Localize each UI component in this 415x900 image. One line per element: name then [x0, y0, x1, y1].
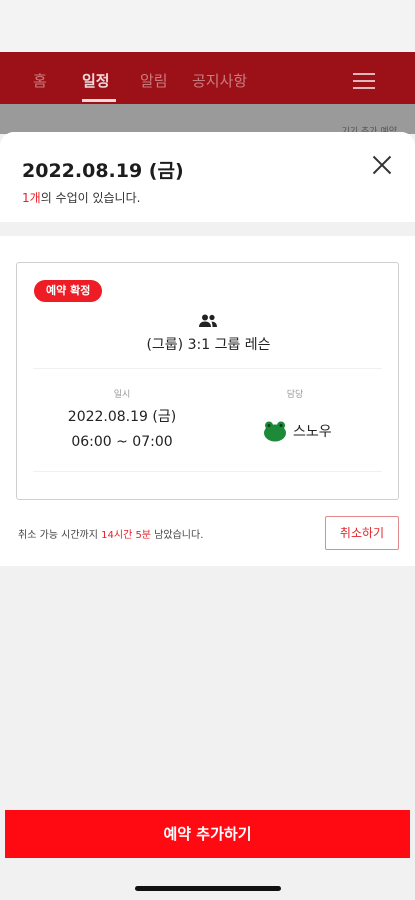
nav-item-alerts[interactable]: 알림	[140, 70, 168, 91]
sheet-header: 2022.08.19 (금) 1개의 수업이 있습니다.	[0, 132, 415, 222]
home-indicator	[135, 886, 281, 891]
cancel-note-prefix: 취소 가능 시간까지	[18, 530, 102, 541]
hamburger-menu-icon[interactable]	[353, 73, 375, 89]
cancel-note-suffix: 남았습니다.	[151, 530, 204, 541]
nav-item-notices[interactable]: 공지사항	[192, 70, 247, 91]
nav-item-schedule[interactable]: 일정	[82, 70, 110, 91]
card-divider-bottom	[33, 471, 382, 472]
class-time: 06:00 ~ 07:00	[71, 434, 173, 450]
cancel-deadline-note: 취소 가능 시간까지 14시간 5분 남았습니다.	[18, 526, 203, 541]
cancel-reservation-button[interactable]: 취소하기	[325, 516, 399, 550]
class-count-text: 1개의 수업이 있습니다.	[22, 189, 140, 206]
class-count-highlight: 1개	[22, 191, 41, 205]
cancel-remaining-time: 14시간 5분	[101, 530, 152, 541]
active-tab-underline	[82, 99, 116, 102]
card-divider	[33, 368, 382, 369]
instructor-name: 스노우	[293, 424, 332, 440]
status-bar-area	[0, 0, 415, 52]
status-badge: 예약 확정	[34, 280, 103, 302]
reservation-card: 예약 확정 (그룹) 3:1 그룹 레슨 일시 담당 2022.08.19 (금…	[16, 262, 399, 500]
instructor-label: 담당	[286, 390, 304, 400]
instructor-avatar	[264, 421, 286, 442]
nav-item-home[interactable]: 홈	[33, 70, 47, 91]
schedule-detail-sheet: 2022.08.19 (금) 1개의 수업이 있습니다. 예약 확정 (그룹) …	[0, 132, 415, 900]
instructor-info: 스노우	[263, 420, 332, 442]
class-date: 2022.08.19 (금)	[67, 409, 177, 425]
group-people-icon	[199, 314, 217, 327]
close-icon[interactable]	[371, 154, 393, 176]
class-name: (그룹) 3:1 그룹 레슨	[146, 337, 271, 353]
class-count-suffix: 의 수업이 있습니다.	[40, 191, 141, 205]
datetime-label: 일시	[113, 390, 131, 400]
sheet-content: 예약 확정 (그룹) 3:1 그룹 레슨 일시 담당 2022.08.19 (금…	[0, 236, 415, 566]
add-reservation-button[interactable]: 예약 추가하기	[5, 810, 410, 858]
sheet-date-title: 2022.08.19 (금)	[22, 160, 184, 182]
